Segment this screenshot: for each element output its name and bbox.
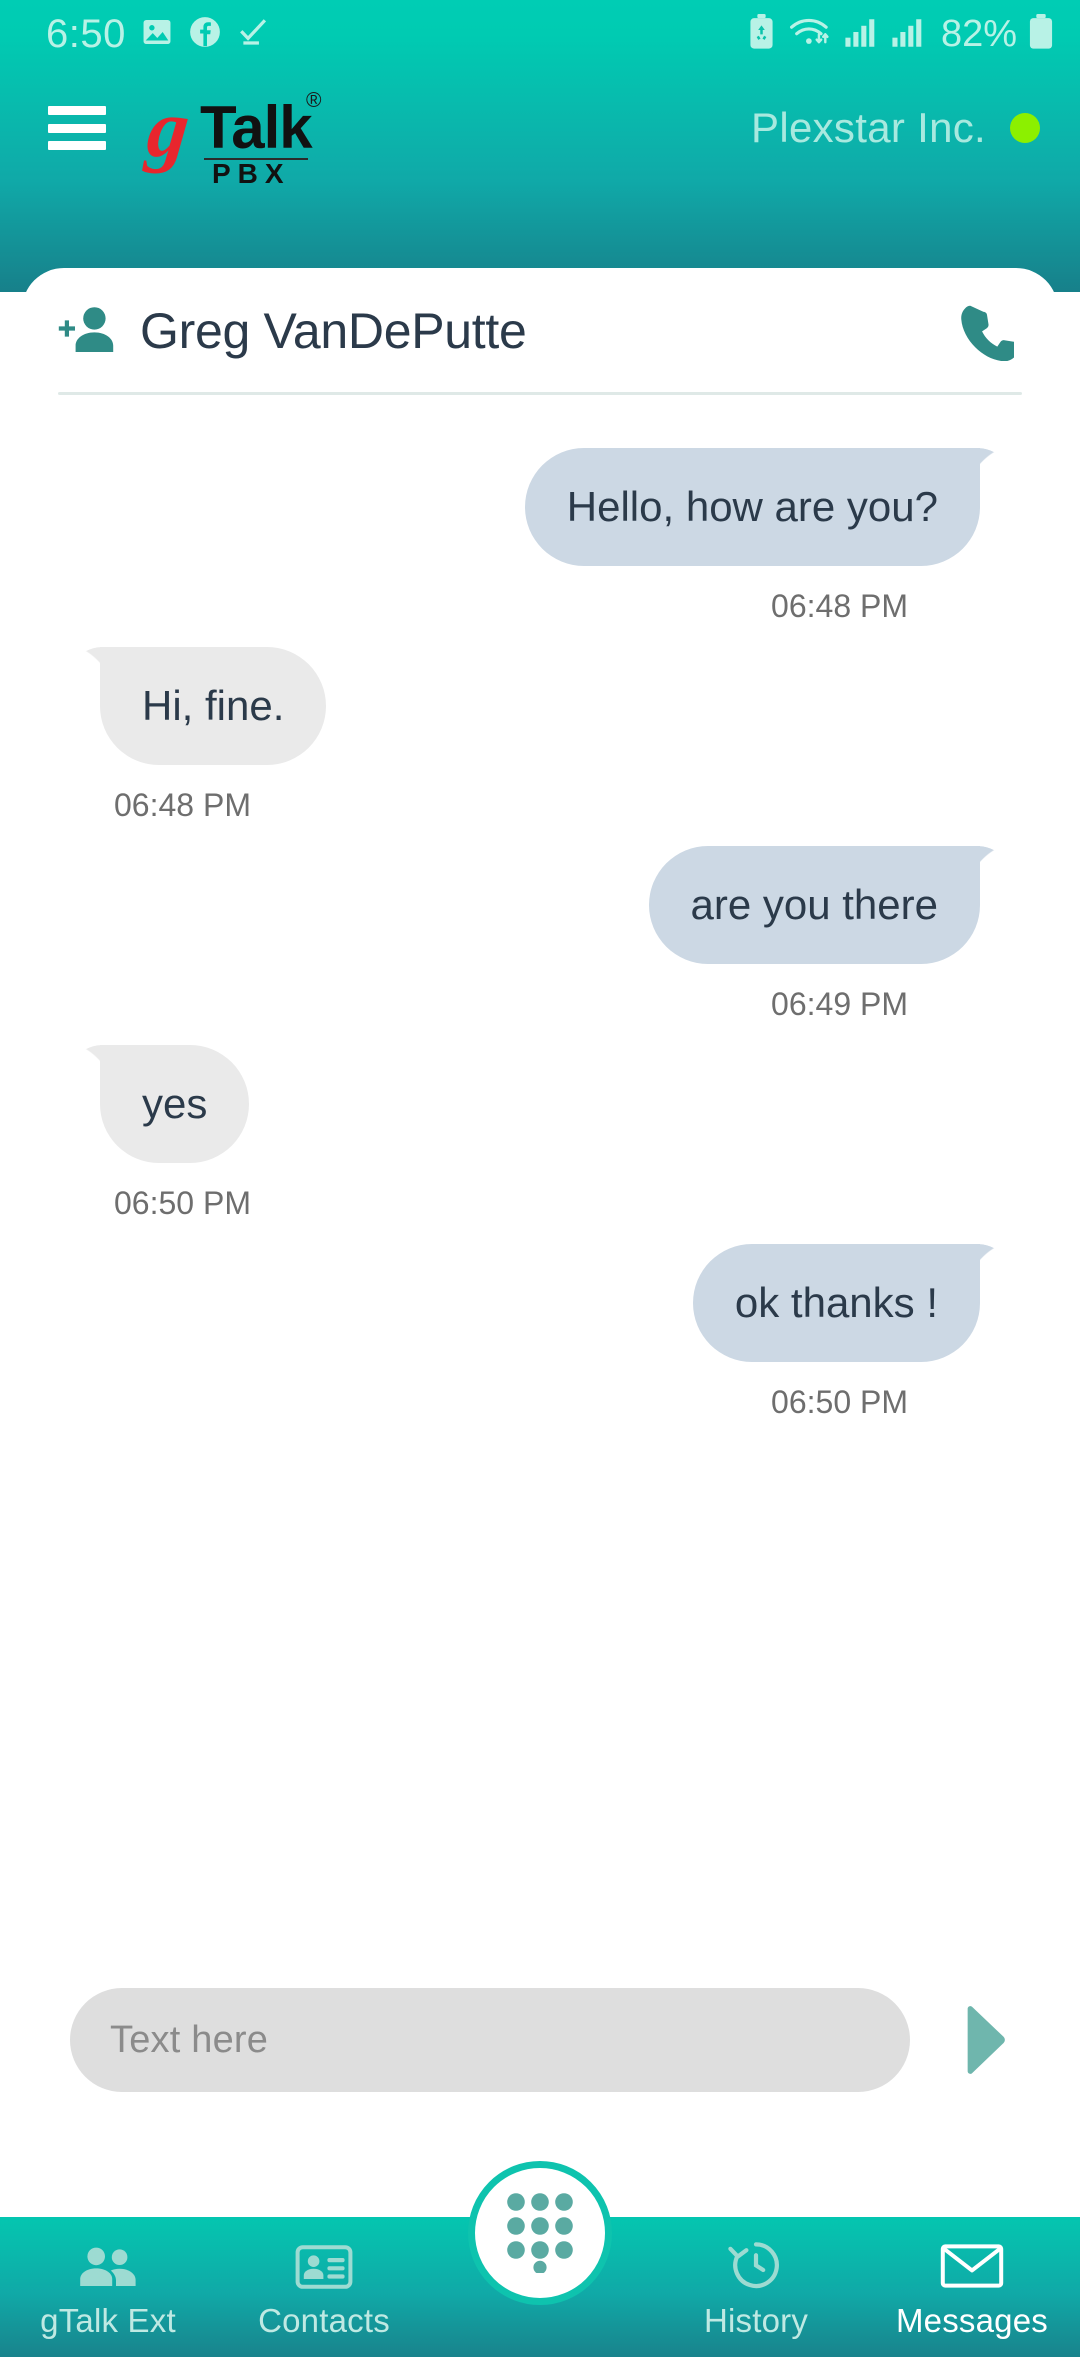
message-row: ok thanks ! 06:50 PM [56,1244,1024,1421]
signal-bars-icon-2 [890,15,926,54]
people-icon [77,2238,139,2290]
nav-item-gtalk-ext[interactable]: gTalk Ext [0,2217,216,2357]
send-arrow-icon[interactable] [944,1997,1030,2083]
envelope-icon [940,2238,1004,2290]
hamburger-bar [48,106,106,115]
registered-trademark-icon: ® [306,89,322,112]
nav-label: Messages [895,2301,1048,2339]
battery-icon [1028,13,1054,55]
chat-card: Greg VanDePutte Hello, how are you? 06:4… [22,268,1058,2120]
message-timestamp: 06:50 PM [771,1384,908,1420]
message-bubble-outgoing[interactable]: Hello, how are you? [524,448,980,566]
status-bar-left: 6:50 [46,14,270,54]
message-timestamp: 06:48 PM [114,787,251,823]
message-composer: Text here [22,1960,1058,2120]
message-bubble-incoming[interactable]: yes [100,1045,250,1163]
status-bar: 6:50 82% [0,0,1080,68]
app-root: 6:50 82% g Talk ® PBX Plexstar Inc. Greg… [0,0,1080,2357]
message-input-placeholder: Text here [110,2018,269,2061]
message-row: are you there 06:49 PM [56,846,1024,1023]
dialpad-fab-button[interactable] [468,2161,612,2305]
dialpad-icon [503,2189,577,2278]
logo-letter-g: g [143,83,190,174]
status-bar-right: 82% [746,13,1054,55]
message-row: yes 06:50 PM [56,1045,1024,1222]
presence-status-dot [1010,113,1040,143]
contact-name-label: Greg VanDePutte [140,302,527,359]
logo-word-pbx: PBX [212,158,291,189]
add-person-icon[interactable] [56,302,118,360]
message-bubble-outgoing[interactable]: ok thanks ! [692,1244,980,1362]
hamburger-bar [48,141,106,150]
message-bubble-outgoing[interactable]: are you there [648,846,980,964]
battery-saver-icon [746,13,777,55]
hamburger-menu-icon[interactable] [48,106,106,150]
nav-label: gTalk Ext [40,2301,176,2339]
app-bar: g Talk ® PBX Plexstar Inc. [0,68,1080,188]
company-name-label: Plexstar Inc. [751,104,986,151]
gallery-icon [140,15,174,54]
phone-call-icon[interactable] [954,301,1017,361]
message-row: Hi, fine. 06:48 PM [56,647,1024,824]
nav-label: Contacts [258,2301,390,2339]
message-timestamp: 06:49 PM [771,986,908,1022]
check-download-icon [236,15,270,54]
battery-percent-label: 82% [940,13,1017,55]
nav-item-messages[interactable]: Messages [864,2217,1080,2357]
logo-word-talk: Talk [200,94,313,161]
gtalk-pbx-logo: g Talk ® PBX [143,80,322,188]
nav-item-contacts[interactable]: Contacts [216,2217,432,2357]
facebook-icon [188,15,222,54]
nav-label: History [703,2301,809,2339]
message-timestamp: 06:50 PM [114,1185,251,1221]
history-clock-icon [726,2238,786,2290]
nav-item-history[interactable]: History [648,2217,864,2357]
message-input[interactable]: Text here [70,1988,910,2092]
signal-bars-icon-1 [843,15,879,54]
status-bar-clock: 6:50 [46,12,126,56]
message-timestamp: 06:48 PM [771,588,908,624]
company-status[interactable]: Plexstar Inc. [751,104,1040,152]
hamburger-bar [48,123,106,133]
contact-card-icon [295,2238,353,2290]
message-row: Hello, how are you? 06:48 PM [56,448,1024,625]
wifi-icon [788,15,832,54]
app-header-region: 6:50 82% g Talk ® PBX Plexstar Inc. [0,0,1080,292]
message-bubble-incoming[interactable]: Hi, fine. [100,647,327,765]
conversation-header: Greg VanDePutte [22,268,1058,393]
message-list: Hello, how are you? 06:48 PM Hi, fine. 0… [22,408,1058,2068]
header-divider [58,392,1022,395]
